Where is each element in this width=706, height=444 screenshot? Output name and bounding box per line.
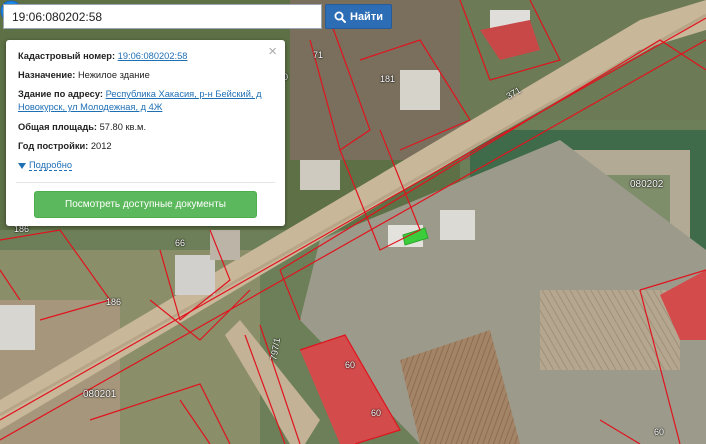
parcel-label: 186 (106, 297, 122, 307)
purpose-value: Нежилое здание (77, 70, 150, 80)
parcel-label: 181 (380, 74, 396, 84)
parcel-label: 60 (371, 408, 382, 418)
parcel-label: 71 (313, 50, 324, 60)
parcel-label: 60 (345, 360, 356, 370)
cadastral-label: Кадастровый номер: (18, 51, 116, 61)
cadastral-row: Кадастровый номер: 19:06:080202:58 (18, 50, 187, 63)
area-label: Общая площадь: (18, 122, 98, 132)
close-icon[interactable]: × (268, 44, 277, 59)
building (175, 255, 215, 295)
building (440, 210, 475, 240)
year-row: Год постройки: 2012 (18, 140, 112, 153)
cadastral-block-label: 080202 (630, 179, 664, 190)
year-label: Год постройки: (18, 141, 89, 151)
parcel-label: 60 (654, 427, 665, 437)
view-documents-button[interactable]: Посмотреть доступные документы (34, 191, 257, 218)
purpose-row: Назначение: Нежилое здание (18, 69, 150, 82)
details-toggle-label: Подробно (29, 160, 73, 171)
parcel-info-popup: × Кадастровый номер: 19:06:080202:58 Наз… (6, 40, 285, 226)
address-row: Здание по адресу: Республика Хакасия, р-… (18, 88, 262, 114)
search-button[interactable]: Найти (325, 4, 392, 29)
cadastral-number-link[interactable]: 19:06:080202:58 (118, 51, 188, 61)
chevron-down-icon (18, 162, 26, 169)
building (300, 160, 340, 190)
building (400, 70, 440, 110)
details-toggle[interactable]: Подробно (18, 160, 73, 171)
address-label: Здание по адресу: (18, 89, 103, 99)
area-row: Общая площадь: 57.80 кв.м. (18, 121, 146, 134)
building (210, 230, 240, 260)
year-value: 2012 (90, 141, 112, 151)
address-link[interactable]: Республика Хакасия, р-н Бейский, д (106, 89, 262, 99)
search-icon (334, 11, 346, 23)
area-value: 57.80 кв.м. (99, 122, 147, 132)
divider (16, 182, 275, 183)
search-button-label: Найти (350, 10, 383, 23)
purpose-label: Назначение: (18, 70, 76, 80)
cadastral-block-label: 080201 (83, 389, 117, 400)
parcel-label: 66 (175, 238, 186, 248)
address-link-line2[interactable]: Новокурск, ул Молодежная, д 4Ж (18, 102, 162, 112)
search-input[interactable] (3, 4, 322, 29)
building (0, 305, 35, 350)
